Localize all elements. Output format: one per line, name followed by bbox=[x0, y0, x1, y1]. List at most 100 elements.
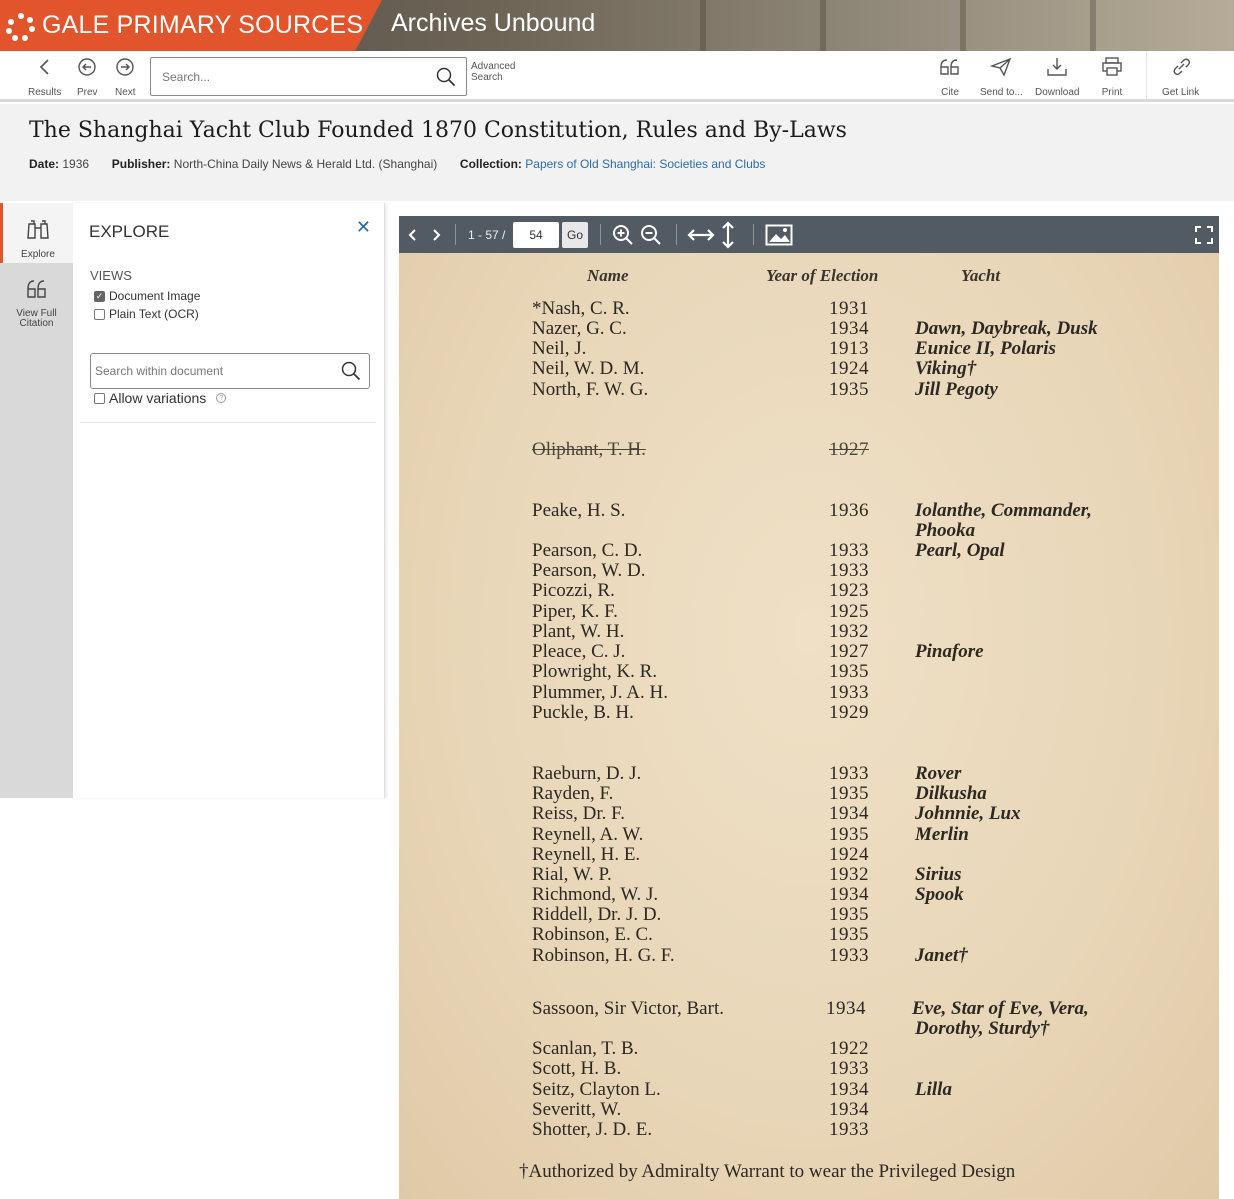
toolbar-divider bbox=[753, 224, 754, 245]
image-icon[interactable] bbox=[765, 216, 793, 253]
rail-citation-tab[interactable]: View Full Citation bbox=[0, 278, 73, 329]
list-item: Raeburn, D. J. 1933 Rover bbox=[399, 763, 1219, 784]
send-to-button[interactable]: Send to... bbox=[980, 55, 1023, 98]
get-link-button[interactable]: Get Link bbox=[1162, 55, 1199, 98]
list-item: Puckle, B. H. 1929 bbox=[399, 702, 1219, 723]
fit-height-icon[interactable] bbox=[721, 216, 735, 253]
view-document-image-option[interactable]: ✓ Document Image bbox=[94, 289, 200, 303]
list-item: Rial, W. P. 1932 Sirius bbox=[399, 864, 1219, 885]
print-button[interactable]: Print bbox=[1101, 55, 1123, 98]
checkbox-checked[interactable]: ✓ bbox=[94, 290, 105, 302]
allow-variations-option[interactable]: Allow variations ? bbox=[94, 390, 227, 406]
next-page-icon[interactable] bbox=[429, 216, 443, 253]
prev-label: Prev bbox=[77, 87, 98, 98]
search-icon[interactable] bbox=[341, 361, 361, 385]
yacht-names: Sirius bbox=[915, 864, 962, 885]
list-item: Plowright, K. R. 1935 bbox=[399, 661, 1219, 682]
election-year: 1924 bbox=[829, 358, 869, 379]
search-box bbox=[150, 57, 467, 96]
election-year: 1932 bbox=[829, 864, 869, 885]
member-name: Nazer, G. C. bbox=[532, 318, 627, 339]
cite-label: Cite bbox=[941, 87, 959, 98]
election-year: 1913 bbox=[829, 338, 869, 359]
checkbox-unchecked[interactable] bbox=[94, 392, 105, 404]
column-header-yacht: Yacht bbox=[961, 266, 1001, 285]
election-year: 1933 bbox=[829, 682, 869, 703]
send-to-label: Send to... bbox=[980, 87, 1023, 98]
election-year: 1936 bbox=[829, 500, 869, 521]
date-label: Date: bbox=[29, 157, 60, 171]
previous-page-icon[interactable] bbox=[406, 216, 420, 253]
explore-panel: EXPLORE ✕ VIEWS ✓ Document Image Plain T… bbox=[73, 203, 385, 798]
member-name: Richmond, W. J. bbox=[532, 884, 659, 905]
print-label: Print bbox=[1101, 87, 1123, 98]
toolbar-divider bbox=[1146, 51, 1147, 99]
election-year: 1932 bbox=[829, 621, 869, 642]
cite-button[interactable]: Cite bbox=[939, 55, 961, 98]
member-name: Pleace, C. J. bbox=[532, 641, 626, 662]
election-year: 1924 bbox=[829, 844, 869, 865]
document-viewer: 1 - 57 / Go Name Year of Election Yacht … bbox=[399, 216, 1219, 1199]
election-year: 1934 bbox=[829, 803, 869, 824]
fullscreen-icon[interactable] bbox=[1195, 216, 1213, 253]
list-item: Sassoon, Sir Victor, Bart. 1934 Eve, Star … bbox=[399, 998, 1219, 1019]
yacht-names: Pinafore bbox=[915, 641, 984, 662]
advanced-search-link[interactable]: Advanced Search bbox=[471, 61, 515, 83]
list-item: Phooka bbox=[399, 520, 1219, 541]
member-name: *Nash, C. R. bbox=[532, 298, 630, 319]
page-scan-image[interactable]: Name Year of Election Yacht *Nash, C. R.… bbox=[399, 253, 1219, 1199]
collection-link[interactable]: Papers of Old Shanghai: Societies and Cl… bbox=[525, 157, 765, 171]
list-item: Pleace, C. J. 1927 Pinafore bbox=[399, 641, 1219, 662]
fit-width-icon[interactable] bbox=[687, 216, 715, 253]
yacht-names: Phooka bbox=[915, 520, 976, 541]
main-toolbar: Results Prev Next Advanced Search Cite S… bbox=[0, 51, 1234, 102]
member-name: Plant, W. H. bbox=[532, 621, 625, 642]
list-item: Scott, H. B. 1933 bbox=[399, 1058, 1219, 1079]
zoom-in-icon[interactable] bbox=[612, 216, 634, 253]
yacht-names: Johnnie, Lux bbox=[915, 803, 1021, 824]
member-name: Puckle, B. H. bbox=[532, 702, 634, 723]
member-name: Neil, W. D. M. bbox=[532, 358, 645, 379]
next-button[interactable]: Next bbox=[115, 55, 136, 98]
rail-explore-tab[interactable]: Explore bbox=[0, 203, 73, 263]
election-year: 1931 bbox=[829, 298, 869, 319]
close-icon[interactable]: ✕ bbox=[356, 217, 371, 238]
panel-divider bbox=[80, 422, 376, 423]
search-icon[interactable] bbox=[436, 67, 456, 91]
explore-title: EXPLORE bbox=[89, 222, 170, 241]
left-rail: Explore View Full Citation bbox=[0, 203, 73, 798]
prev-button[interactable]: Prev bbox=[77, 55, 98, 98]
page-number-input[interactable] bbox=[513, 222, 559, 248]
member-name: Picozzi, R. bbox=[532, 580, 615, 601]
yacht-names: Jill Pegoty bbox=[915, 379, 998, 400]
column-header-year: Year of Election bbox=[766, 266, 879, 285]
search-within-input[interactable] bbox=[91, 354, 336, 388]
member-name: Reiss, Dr. F. bbox=[532, 803, 625, 824]
election-year: 1922 bbox=[829, 1038, 869, 1059]
brand-name: GALE PRIMARY SOURCES bbox=[42, 11, 364, 39]
list-item: Dorothy, Sturdy† bbox=[399, 1018, 1219, 1039]
results-button[interactable]: Results bbox=[28, 55, 61, 98]
member-name: Robinson, H. G. F. bbox=[532, 945, 675, 966]
member-name: Robinson, E. C. bbox=[532, 924, 653, 945]
download-button[interactable]: Download bbox=[1035, 55, 1079, 98]
checkbox-unchecked[interactable] bbox=[94, 308, 105, 320]
toolbar-divider bbox=[600, 224, 601, 245]
help-icon[interactable]: ? bbox=[216, 393, 227, 403]
member-name: North, F. W. G. bbox=[532, 379, 649, 400]
member-name: Scott, H. B. bbox=[532, 1058, 622, 1079]
download-icon bbox=[1046, 55, 1068, 79]
list-item: *Nash, C. R. 1931 bbox=[399, 298, 1219, 319]
election-year: 1933 bbox=[829, 1119, 869, 1140]
view-plain-text-option[interactable]: Plain Text (OCR) bbox=[94, 307, 199, 321]
list-item: Reiss, Dr. F. 1934 Johnnie, Lux bbox=[399, 803, 1219, 824]
election-year: 1933 bbox=[829, 945, 869, 966]
go-button[interactable]: Go bbox=[562, 222, 588, 248]
zoom-out-icon[interactable] bbox=[640, 216, 662, 253]
member-name: Plummer, J. A. H. bbox=[532, 682, 668, 703]
brand-logo-link[interactable]: GALE PRIMARY SOURCES bbox=[0, 0, 382, 51]
member-name: Oliphant, T. H. bbox=[532, 439, 646, 460]
yacht-names: Pearl, Opal bbox=[915, 540, 1005, 561]
rail-explore-label: Explore bbox=[21, 249, 55, 260]
search-input[interactable] bbox=[151, 58, 431, 95]
